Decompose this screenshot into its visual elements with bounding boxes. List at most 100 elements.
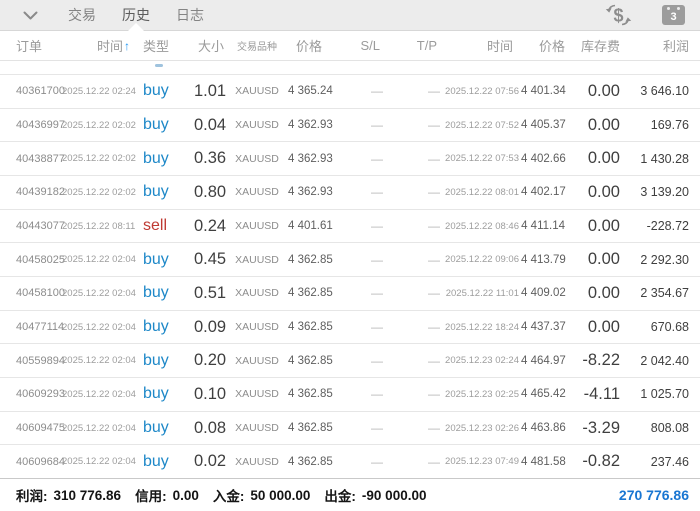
header-type[interactable]: 类型 <box>132 36 194 55</box>
profit-cell: 2 042.40 <box>640 353 689 368</box>
open-time-cell: 2025.12.22 02:04 <box>62 321 136 333</box>
order-id-cell: 40609475 <box>16 422 65 435</box>
header-order[interactable]: 订单 <box>0 36 62 55</box>
table-row[interactable]: 40458025 2025.12.22 02:04 buy 0.45 XAUUS… <box>0 243 700 278</box>
stop-loss-cell: — <box>371 421 383 436</box>
stop-loss-cell: — <box>371 353 383 368</box>
order-id-cell: 40438877 <box>16 152 65 165</box>
stop-loss-cell: — <box>371 387 383 402</box>
table-row[interactable]: 40477114 2025.12.22 02:04 buy 0.09 XAUUS… <box>0 311 700 345</box>
close-price-cell: 4 413.79 <box>521 253 566 266</box>
scroll-indicator <box>155 64 163 67</box>
trade-size-cell: 0.09 <box>194 317 227 336</box>
table-row[interactable]: 40361700 2025.12.22 02:24 buy 1.01 XAUUS… <box>0 75 700 109</box>
open-time-cell: 2025.12.22 02:02 <box>62 153 136 165</box>
tab-journal[interactable]: 日志 <box>176 5 204 25</box>
swap-cell: 0.00 <box>587 182 620 201</box>
open-time-cell: 2025.12.22 02:04 <box>62 456 136 468</box>
close-time-cell: 2025.12.23 02:25 <box>445 388 519 400</box>
header-profit[interactable]: 利润 <box>622 36 700 55</box>
symbol-cell: XAUUSD <box>235 455 279 468</box>
close-price-cell: 4 465.42 <box>521 388 566 401</box>
stop-loss-cell: — <box>371 454 383 469</box>
table-row[interactable]: 40438877 2025.12.22 02:02 buy 0.36 XAUUS… <box>0 142 700 177</box>
summary-deposit-value: 50 000.00 <box>250 487 311 503</box>
take-profit-cell: — <box>428 185 440 200</box>
close-time-cell: 2025.12.22 07:56 <box>445 85 519 97</box>
swap-cell: -8.22 <box>582 351 620 370</box>
symbol-cell: XAUUSD <box>235 220 279 233</box>
table-row[interactable]: 40609475 2025.12.22 02:04 buy 0.08 XAUUS… <box>0 412 700 446</box>
close-price-cell: 4 411.14 <box>521 220 565 233</box>
trade-type-cell: buy <box>143 250 169 268</box>
header-open-time[interactable]: 时间 ↑ <box>62 36 132 55</box>
swap-cell: 0.00 <box>587 149 620 168</box>
table-row[interactable]: 40559894 2025.12.22 02:04 buy 0.20 XAUUS… <box>0 344 700 379</box>
open-time-cell: 2025.12.22 02:02 <box>62 119 136 131</box>
close-price-cell: 4 405.37 <box>521 119 566 131</box>
table-body: 40361700 2025.12.22 02:24 buy 1.01 XAUUS… <box>0 75 700 478</box>
summary-credit-value: 0.00 <box>172 487 199 503</box>
profit-cell: 2 354.67 <box>640 286 689 301</box>
top-bar: 交易 历史 日志 $ 3 <box>0 0 700 31</box>
open-time-cell: 2025.12.22 02:04 <box>62 355 136 367</box>
trading-history-screen: 交易 历史 日志 $ 3 订单 时间 ↑ 类型 大小 交易品种 价格 S/L T… <box>0 0 700 511</box>
summary-deposit: 入金: 50 000.00 <box>213 485 311 505</box>
tab-history[interactable]: 历史 <box>122 5 150 25</box>
table-row[interactable]: 40609293 2025.12.22 02:04 buy 0.10 XAUUS… <box>0 378 700 412</box>
calendar-ring-right <box>677 7 680 10</box>
header-open-price[interactable]: 价格 <box>288 36 324 55</box>
table-row[interactable]: 40609684 2025.12.22 02:04 buy 0.02 XAUUS… <box>0 445 700 478</box>
take-profit-cell: — <box>428 84 440 99</box>
header-close-time[interactable]: 时间 <box>443 36 521 55</box>
header-swap[interactable]: 库存费 <box>567 36 622 55</box>
order-id-cell: 40458100 <box>16 287 65 300</box>
symbol-cell: XAUUSD <box>235 321 279 334</box>
close-price-cell: 4 402.66 <box>521 152 566 165</box>
close-price-cell: 4 464.97 <box>521 354 566 367</box>
tab-trade[interactable]: 交易 <box>68 5 96 25</box>
table-row[interactable]: 40443077 2025.12.22 08:11 sell 0.24 XAUU… <box>0 210 700 244</box>
close-time-cell: 2025.12.22 11:01 <box>445 287 519 299</box>
take-profit-cell: — <box>428 252 440 267</box>
trade-size-cell: 0.04 <box>194 115 227 134</box>
header-size[interactable]: 大小 <box>194 36 226 55</box>
header-close-price[interactable]: 价格 <box>521 36 567 55</box>
summary-withdrawal: 出金: -90 000.00 <box>324 485 426 505</box>
swap-cell: 0.00 <box>587 115 620 134</box>
trade-type-cell: buy <box>143 149 169 167</box>
open-time-cell: 2025.12.22 02:02 <box>62 186 136 198</box>
take-profit-cell: — <box>428 387 440 402</box>
close-price-cell: 4 401.34 <box>521 85 566 98</box>
open-price-cell: 4 362.85 <box>288 422 333 435</box>
trade-type-cell: buy <box>143 284 169 302</box>
symbol-cell: XAUUSD <box>235 388 279 401</box>
header-take-profit[interactable]: T/P <box>387 38 443 53</box>
open-price-cell: 4 362.85 <box>288 287 333 300</box>
table-row[interactable]: 40458100 2025.12.22 02:04 buy 0.51 XAUUS… <box>0 277 700 311</box>
funds-transfer-button[interactable]: $ <box>605 2 632 28</box>
calendar-icon: 3 <box>662 5 685 25</box>
trade-type-cell: buy <box>143 385 169 403</box>
symbol-cell: XAUUSD <box>235 85 279 98</box>
symbol-cell: XAUUSD <box>235 422 279 435</box>
close-price-cell: 4 463.86 <box>521 422 566 435</box>
open-price-cell: 4 362.85 <box>288 253 333 266</box>
profit-cell: 169.76 <box>650 118 689 132</box>
take-profit-cell: — <box>428 219 440 234</box>
table-row[interactable]: 40436997 2025.12.22 02:02 buy 0.04 XAUUS… <box>0 109 700 143</box>
table-row[interactable]: 40439182 2025.12.22 02:02 buy 0.80 XAUUS… <box>0 176 700 210</box>
calendar-ring-left <box>667 7 670 10</box>
header-stop-loss[interactable]: S/L <box>324 38 387 53</box>
history-period-button[interactable]: 3 <box>662 5 685 25</box>
top-bar-actions: $ 3 <box>605 2 700 28</box>
close-time-cell: 2025.12.23 07:49 <box>445 456 519 468</box>
trade-type-cell: buy <box>143 116 169 133</box>
symbol-cell: XAUUSD <box>235 119 279 131</box>
account-menu-button[interactable] <box>23 11 38 20</box>
order-id-cell: 40609684 <box>16 455 65 468</box>
header-symbol[interactable]: 交易品种 <box>226 38 288 53</box>
stop-loss-cell: — <box>371 84 383 99</box>
trade-size-cell: 1.01 <box>194 81 227 100</box>
close-time-cell: 2025.12.22 07:53 <box>445 153 519 165</box>
